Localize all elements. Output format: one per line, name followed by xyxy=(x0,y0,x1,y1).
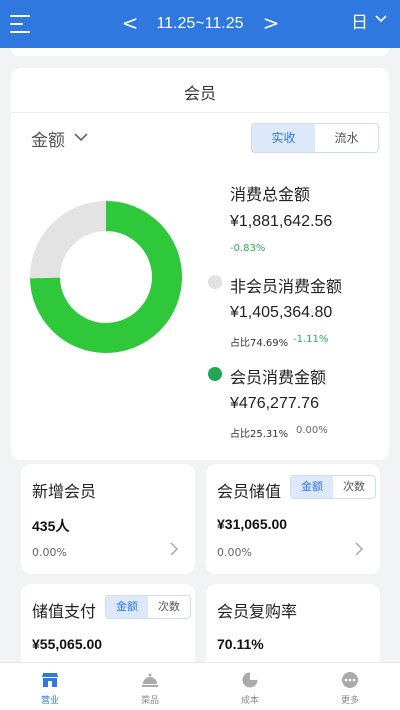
deposit-type-toggle: 金额 次数 xyxy=(290,475,376,499)
nav-item-more[interactable]: 更多 xyxy=(300,663,400,710)
stat-value: ¥55,065.00 xyxy=(32,636,103,652)
total-spend-change: -0.83% xyxy=(230,243,266,254)
tab-amount[interactable]: 金额 xyxy=(291,476,333,498)
member-share-donut xyxy=(30,201,182,353)
metric-selector[interactable]: 金额 xyxy=(31,126,65,151)
nav-item-cost[interactable]: 成本 xyxy=(200,663,300,710)
repurchase-rate-card[interactable]: 会员复购率 70.11% xyxy=(206,584,380,674)
deposit-payment-card[interactable]: 储值支付 金额 次数 ¥55,065.00 xyxy=(21,584,195,674)
stat-title: 储值支付 xyxy=(32,602,97,621)
bottom-nav: 营业 菜品 成本 更多 xyxy=(0,662,400,710)
store-icon xyxy=(42,673,58,687)
period-selector[interactable]: 日 xyxy=(351,12,368,34)
member-spend-value: ¥476,277.76 xyxy=(230,395,319,412)
nav-item-dishes[interactable]: 菜品 xyxy=(100,663,200,710)
new-members-card[interactable]: 新增会员 435人 0.00% xyxy=(21,464,195,574)
nav-label: 营业 xyxy=(40,696,59,706)
member-change: 0.00% xyxy=(296,425,328,436)
stat-value: 70.11% xyxy=(217,636,264,652)
amount-type-toggle: 实收 流水 xyxy=(251,123,379,153)
cloche-icon xyxy=(142,673,158,687)
total-spend-label: 消费总金额 xyxy=(230,185,311,204)
total-spend-value: ¥1,881,642.56 xyxy=(230,213,333,230)
stat-title: 会员储值 xyxy=(217,482,282,501)
member-summary-card: 会员 金额 实收 流水 消费总金额 ¥1,881,642.56 -0.83% 非… xyxy=(11,68,389,460)
member-deposit-card[interactable]: 会员储值 金额 次数 ¥31,065.00 0.00% xyxy=(206,464,380,574)
tab-received[interactable]: 实收 xyxy=(252,124,315,152)
next-date-button[interactable]: > xyxy=(261,13,281,33)
prev-date-button[interactable]: < xyxy=(120,13,140,33)
member-spend-label: 会员消费金额 xyxy=(230,368,327,387)
chevron-down-icon[interactable] xyxy=(374,12,388,26)
tab-amount[interactable]: 金额 xyxy=(106,596,148,618)
previous-card-edge xyxy=(11,48,389,56)
date-range-label: 11.25~11.25 xyxy=(156,15,244,32)
chevron-right-icon[interactable] xyxy=(169,541,179,557)
non-member-spend-value: ¥1,405,364.80 xyxy=(230,304,333,321)
tab-count[interactable]: 次数 xyxy=(333,476,375,498)
nav-label: 成本 xyxy=(240,696,259,706)
nav-label: 更多 xyxy=(340,696,359,706)
stat-percent: 0.00% xyxy=(217,546,252,559)
nav-item-business[interactable]: 营业 xyxy=(0,663,100,710)
nav-label: 菜品 xyxy=(140,696,159,706)
member-share: 占比25.31% xyxy=(230,429,289,440)
tab-flow[interactable]: 流水 xyxy=(315,124,378,152)
pie-chart-icon xyxy=(242,672,258,688)
chevron-right-icon[interactable] xyxy=(354,541,364,557)
tab-count[interactable]: 次数 xyxy=(148,596,190,618)
more-icon xyxy=(342,672,358,688)
legend-dot-member xyxy=(208,367,222,381)
payment-type-toggle: 金额 次数 xyxy=(105,595,191,619)
top-header: < 11.25~11.25 > 日 xyxy=(0,0,400,48)
stat-title: 新增会员 xyxy=(32,482,97,501)
stat-value: 435人 xyxy=(32,518,70,534)
chevron-down-icon[interactable] xyxy=(73,130,89,144)
non-member-change: -1.11% xyxy=(293,334,329,345)
stat-percent: 0.00% xyxy=(32,546,67,559)
non-member-share: 占比74.69% xyxy=(230,338,289,349)
legend-dot-non-member xyxy=(208,275,222,289)
stat-title: 会员复购率 xyxy=(217,602,298,621)
menu-icon[interactable] xyxy=(10,14,32,34)
stat-value: ¥31,065.00 xyxy=(217,516,288,532)
divider xyxy=(11,112,389,113)
card-title: 会员 xyxy=(183,84,216,103)
non-member-spend-label: 非会员消费金额 xyxy=(230,277,343,296)
